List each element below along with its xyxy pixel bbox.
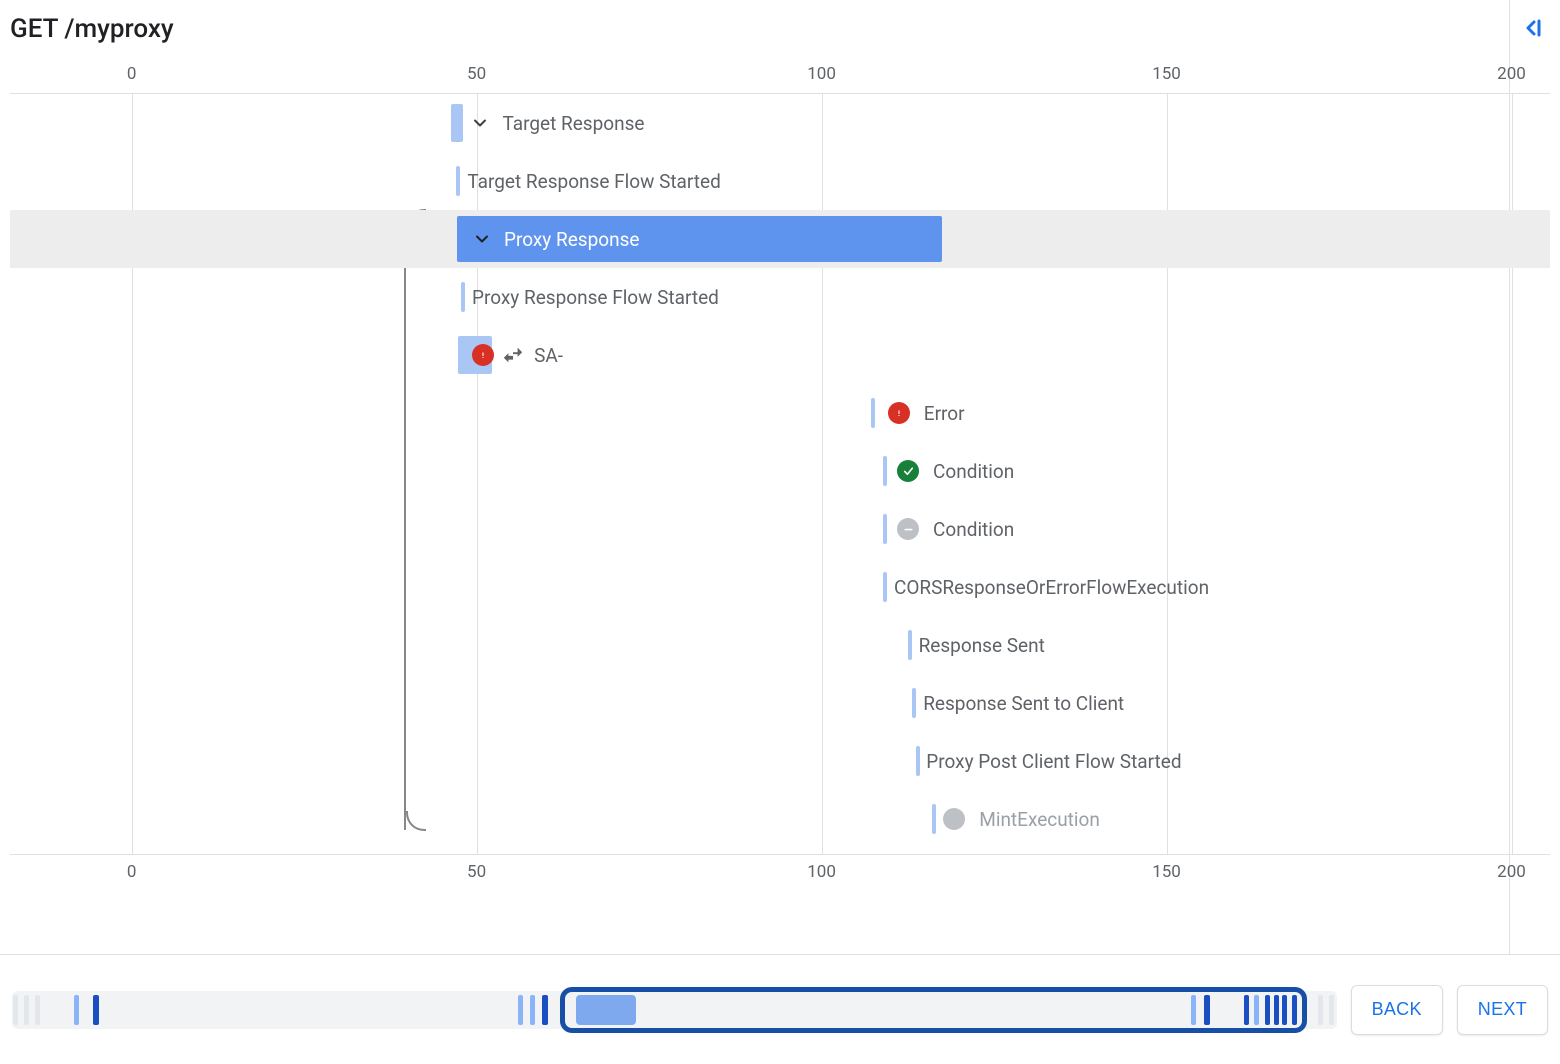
row-label: Condition: [933, 460, 1014, 483]
page-title: GET /myproxy: [0, 0, 1560, 64]
footer: BACK NEXT: [0, 954, 1560, 1064]
dot-icon: [943, 808, 965, 830]
chevron-down-icon: [472, 229, 492, 249]
row-label: Target Response Flow Started: [467, 170, 720, 193]
axis-bottom: 0 50 100 150 200: [10, 854, 1550, 884]
row-label: SA-: [534, 344, 563, 367]
row-label: Target Response: [502, 112, 644, 135]
row-label: Proxy Post Client Flow Started: [926, 750, 1181, 773]
gantt-row-proxy-response[interactable]: Proxy Response: [10, 210, 1550, 268]
next-button[interactable]: NEXT: [1457, 985, 1548, 1035]
gantt-row-sa[interactable]: SA-: [10, 326, 1550, 384]
gantt-row-cors[interactable]: CORSResponseOrErrorFlowExecution: [10, 558, 1550, 616]
axis-tick: 50: [467, 862, 486, 882]
axis-tick: 150: [1152, 64, 1181, 84]
gantt-row-response-sent-client[interactable]: Response Sent to Client: [10, 674, 1550, 732]
chevron-left-bar-icon: [1520, 16, 1544, 40]
gantt-row-condition-skip[interactable]: Condition: [10, 500, 1550, 558]
gantt-row-trfs[interactable]: Target Response Flow Started: [10, 152, 1550, 210]
row-label: Proxy Response Flow Started: [472, 286, 719, 309]
axis-tick: 0: [127, 64, 137, 84]
axis-tick: 200: [1497, 862, 1526, 882]
axis-tick: 100: [807, 862, 836, 882]
row-label: Proxy Response: [504, 228, 639, 251]
row-label: Response Sent to Client: [923, 692, 1124, 715]
row-label: CORSResponseOrErrorFlowExecution: [894, 576, 1209, 599]
chevron-down-icon: [470, 113, 490, 133]
gantt-row-target-response[interactable]: Target Response: [10, 94, 1550, 152]
row-label: Condition: [933, 518, 1014, 541]
row-label: Response Sent: [919, 634, 1045, 657]
error-icon: [472, 344, 494, 366]
check-icon: [897, 460, 919, 482]
collapse-panel-button[interactable]: [1516, 12, 1548, 44]
axis-tick: 0: [127, 862, 137, 882]
axis-tick: 150: [1152, 862, 1181, 882]
skip-icon: [897, 518, 919, 540]
error-icon: [888, 402, 910, 424]
axis-tick: 100: [807, 64, 836, 84]
axis-top: 0 50 100 150 200: [10, 64, 1550, 94]
gantt-row-error[interactable]: Error: [10, 384, 1550, 442]
gantt-row-response-sent[interactable]: Response Sent: [10, 616, 1550, 674]
row-label: Error: [924, 402, 965, 425]
axis-tick: 200: [1497, 64, 1526, 84]
gantt-row-condition-ok[interactable]: Condition: [10, 442, 1550, 500]
row-label: MintExecution: [979, 808, 1100, 831]
back-button[interactable]: BACK: [1351, 985, 1443, 1035]
gantt-row-ppcfs[interactable]: Proxy Post Client Flow Started: [10, 732, 1550, 790]
axis-tick: 50: [467, 64, 486, 84]
gantt-row-mint[interactable]: MintExecution: [10, 790, 1550, 848]
gantt-chart[interactable]: Target Response Target Response Flow Sta…: [10, 94, 1550, 854]
overview-scrubber[interactable]: [12, 991, 1337, 1029]
shared-flow-icon: [502, 344, 524, 366]
gantt-row-prfs[interactable]: Proxy Response Flow Started: [10, 268, 1550, 326]
